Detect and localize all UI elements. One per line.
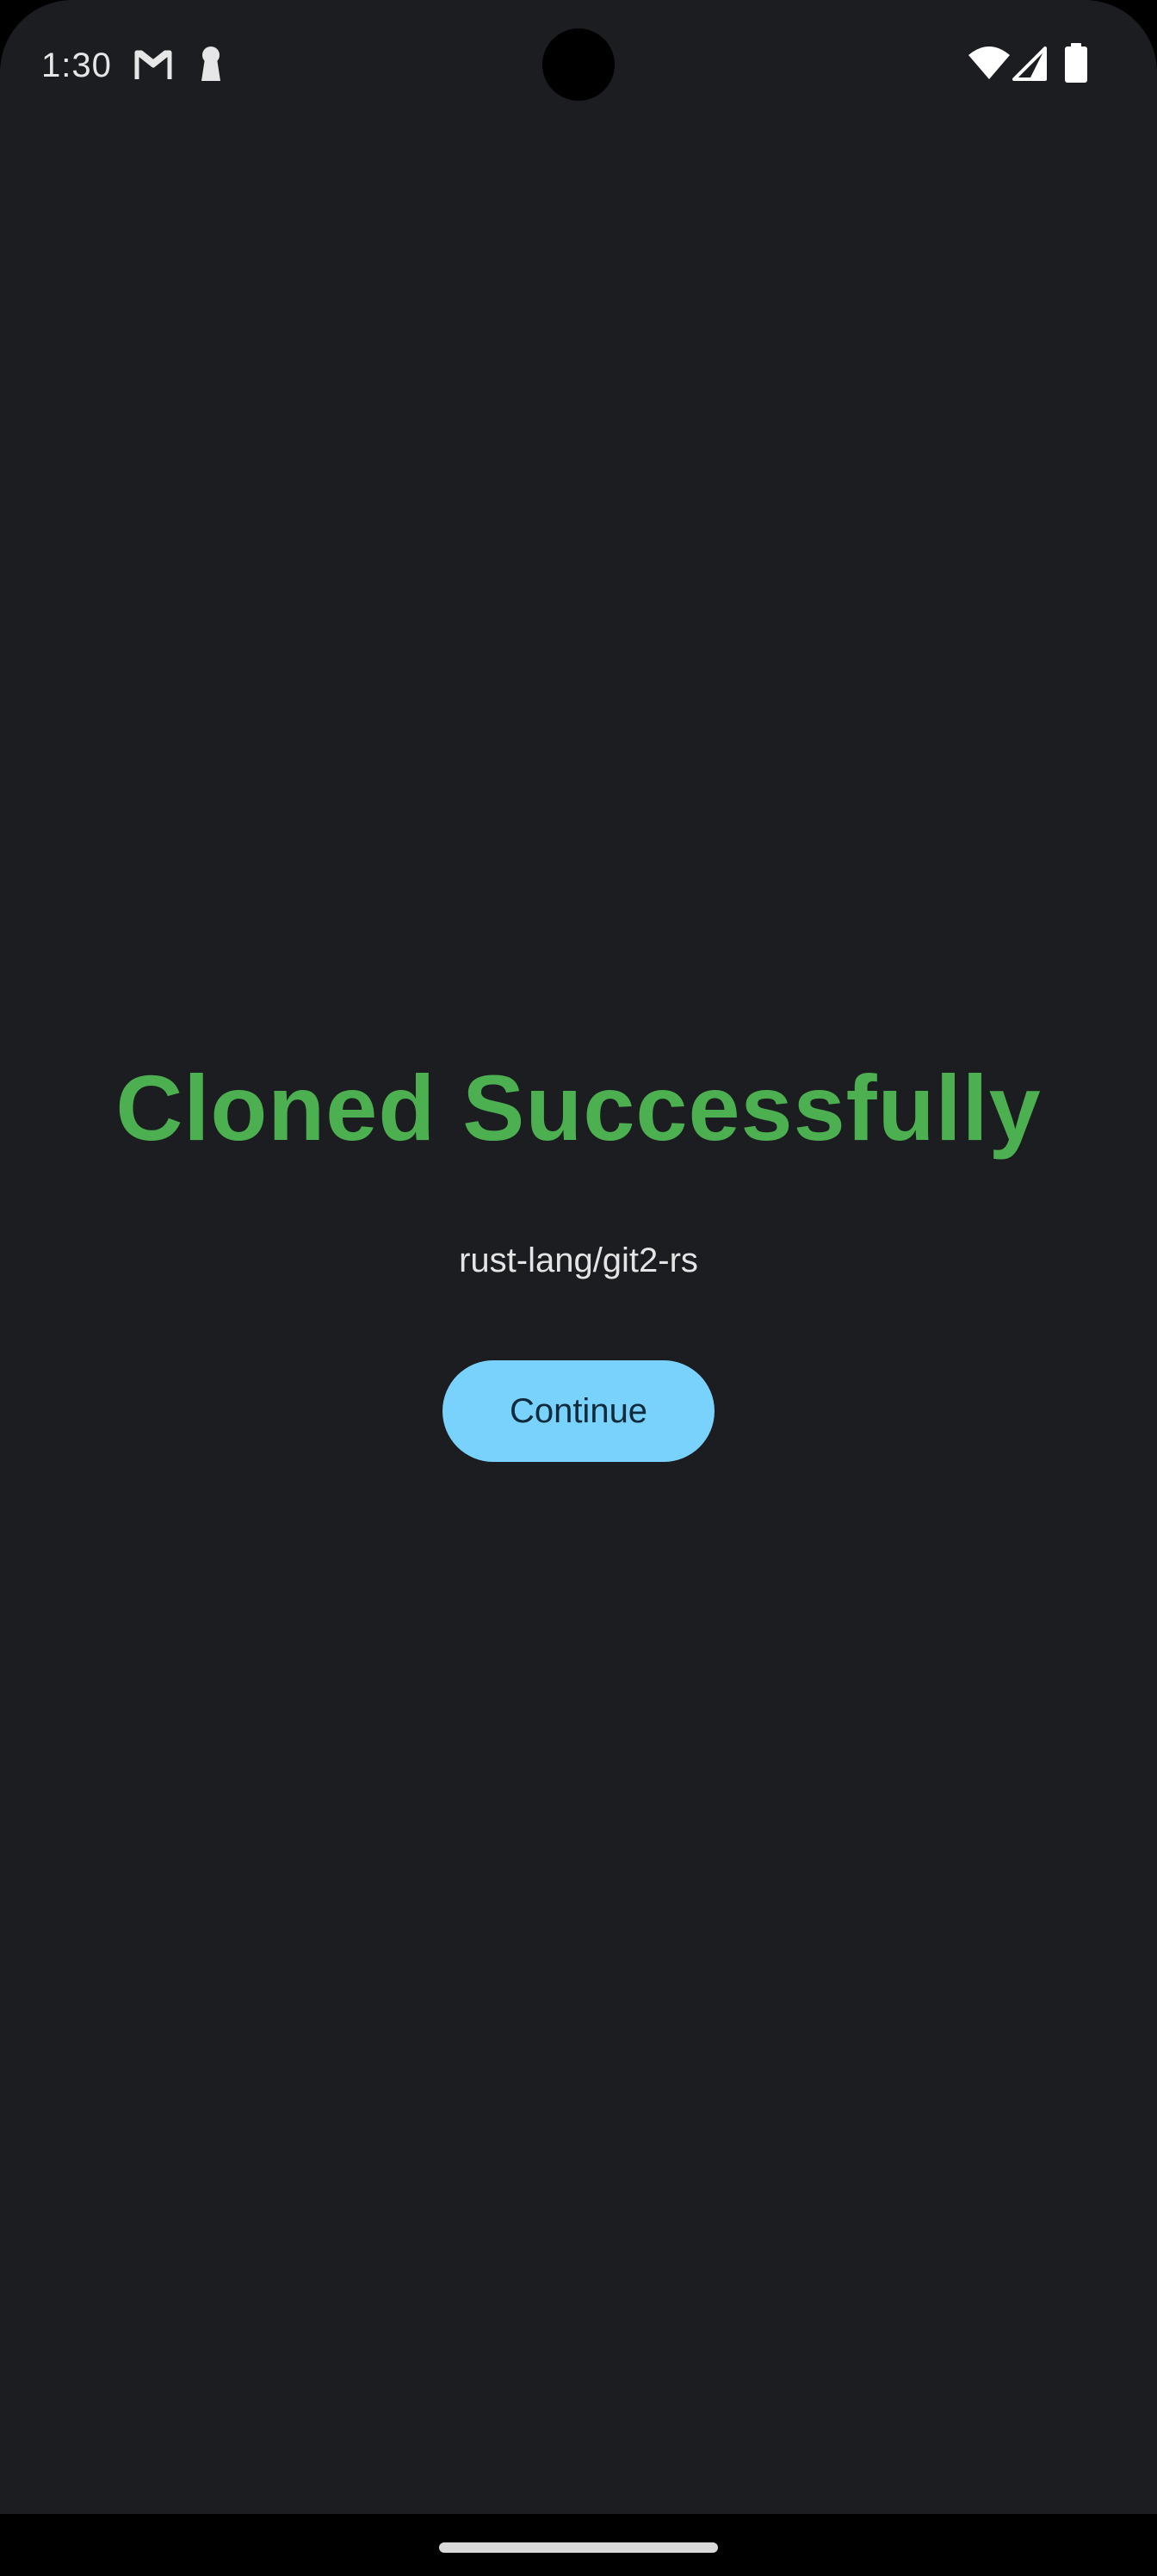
clone-success-content: Cloned Successfully rust-lang/git2-rs Co…	[0, 0, 1157, 2514]
app-screen: 1:30 Cloned Successfully rust-lang/git2-…	[0, 0, 1157, 2514]
success-title: Cloned Successfully	[115, 1056, 1042, 1160]
repository-name: rust-lang/git2-rs	[459, 1242, 698, 1279]
continue-button[interactable]: Continue	[442, 1360, 715, 1462]
gesture-navigation-handle[interactable]	[439, 2542, 718, 2553]
